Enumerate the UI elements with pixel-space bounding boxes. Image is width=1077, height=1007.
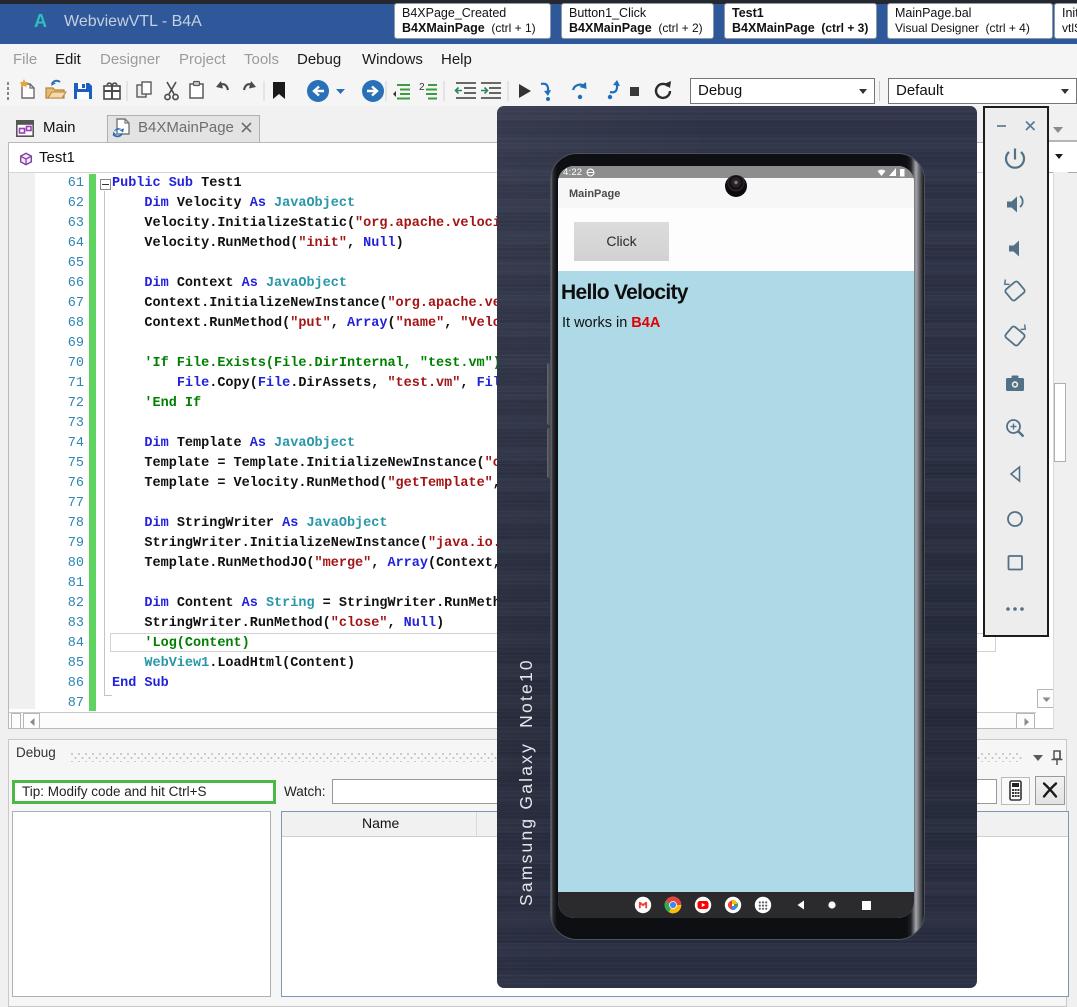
svg-text:2: 2 [419,82,425,93]
